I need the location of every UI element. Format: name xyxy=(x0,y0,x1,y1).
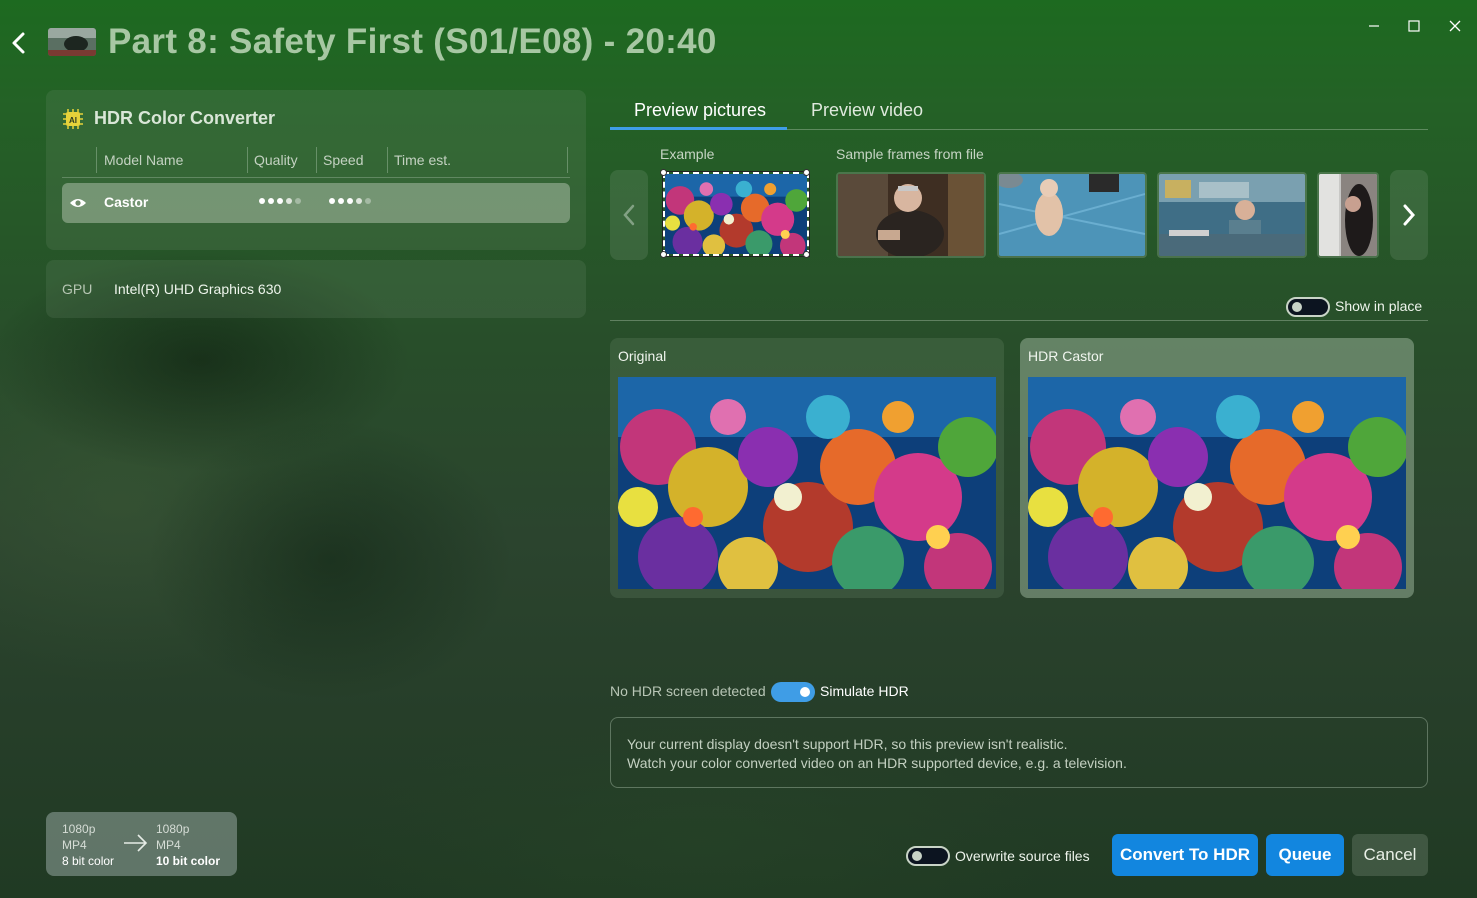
gpu-label: GPU xyxy=(62,281,93,297)
column-header-quality: Quality xyxy=(254,152,298,168)
gpu-value: Intel(R) UHD Graphics 630 xyxy=(114,281,282,297)
close-button[interactable] xyxy=(1441,12,1469,40)
video-thumbnail xyxy=(48,28,96,56)
column-separator xyxy=(96,147,97,173)
hdr-preview-image xyxy=(1028,377,1406,589)
header-divider xyxy=(62,177,570,178)
column-header-time: Time est. xyxy=(394,152,452,168)
model-name: Castor xyxy=(104,194,149,210)
sample-frame[interactable] xyxy=(836,172,986,258)
show-in-place-label: Show in place xyxy=(1335,298,1423,314)
rating-dot xyxy=(347,198,353,204)
ai-chip-icon: AI xyxy=(62,108,84,130)
simulate-hdr-label: Simulate HDR xyxy=(820,683,909,699)
rating-dot xyxy=(329,198,335,204)
maximize-button[interactable] xyxy=(1400,12,1428,40)
frames-prev-button[interactable] xyxy=(610,170,648,260)
rating-dot xyxy=(356,198,362,204)
crop-handle[interactable] xyxy=(803,251,810,258)
original-label: Original xyxy=(618,348,667,364)
ai-badge-text: AI xyxy=(69,116,77,125)
rating-dot xyxy=(277,198,283,204)
tab-preview-video[interactable]: Preview video xyxy=(811,100,923,121)
close-icon xyxy=(1449,20,1461,32)
active-tab-indicator xyxy=(610,127,787,130)
hdr-info-box xyxy=(610,717,1428,788)
sample-frame[interactable] xyxy=(1157,172,1307,258)
speed-rating xyxy=(329,198,371,204)
chevron-left-icon xyxy=(623,204,635,226)
column-header-speed: Speed xyxy=(323,152,364,168)
rating-dot xyxy=(295,198,301,204)
tab-preview-pictures[interactable]: Preview pictures xyxy=(634,100,766,121)
info-line-1: Your current display doesn't support HDR… xyxy=(627,736,1068,752)
sample-frame[interactable] xyxy=(997,172,1147,258)
cancel-button[interactable]: Cancel xyxy=(1352,834,1428,876)
back-button[interactable] xyxy=(6,28,32,58)
simulate-hdr-toggle[interactable] xyxy=(771,682,815,702)
target-container: MP4 xyxy=(156,838,181,852)
column-header-model: Model Name xyxy=(104,152,184,168)
column-separator xyxy=(316,147,317,173)
crop-handle[interactable] xyxy=(660,169,667,176)
target-resolution: 1080p xyxy=(156,822,190,836)
chevron-left-icon xyxy=(12,32,25,54)
source-resolution: 1080p xyxy=(62,822,96,836)
converter-title: HDR Color Converter xyxy=(94,108,276,128)
queue-button[interactable]: Queue xyxy=(1266,834,1344,876)
original-preview-image xyxy=(618,377,996,589)
maximize-icon xyxy=(1408,20,1420,32)
frames-next-button[interactable] xyxy=(1390,170,1428,260)
column-separator xyxy=(247,147,248,173)
rating-dot xyxy=(286,198,292,204)
overwrite-label: Overwrite source files xyxy=(955,848,1090,864)
example-frame[interactable] xyxy=(662,171,810,257)
source-color: 8 bit color xyxy=(62,854,115,868)
example-label: Example xyxy=(660,146,715,162)
rating-dot xyxy=(259,198,265,204)
sample-frame[interactable] xyxy=(1317,172,1379,258)
arrow-right-icon xyxy=(122,832,150,859)
crop-handle[interactable] xyxy=(660,251,667,258)
page-title: Part 8: Safety First (S01/E08) - 20:40 xyxy=(108,22,717,61)
overwrite-toggle[interactable] xyxy=(906,846,950,866)
target-color: 10 bit color xyxy=(156,854,221,868)
rating-dot xyxy=(365,198,371,204)
rating-dot xyxy=(268,198,274,204)
info-line-2: Watch your color converted video on an H… xyxy=(627,755,1127,771)
minimize-button[interactable] xyxy=(1360,12,1388,40)
minimize-icon xyxy=(1369,25,1379,27)
sample-frames-label: Sample frames from file xyxy=(836,146,984,162)
eye-icon[interactable] xyxy=(69,196,87,214)
crop-handle[interactable] xyxy=(803,169,810,176)
convert-to-hdr-button[interactable]: Convert To HDR xyxy=(1112,834,1258,876)
quality-rating xyxy=(259,198,301,204)
source-container: MP4 xyxy=(62,838,87,852)
hdr-label: HDR Castor xyxy=(1028,348,1104,364)
source-format: 1080p MP4 8 bit color xyxy=(62,821,114,869)
column-separator xyxy=(567,147,568,173)
chevron-right-icon xyxy=(1403,204,1416,226)
section-divider xyxy=(610,320,1428,321)
show-in-place-toggle[interactable] xyxy=(1286,297,1330,317)
target-format: 1080p MP4 10 bit color xyxy=(156,821,220,869)
no-hdr-status: No HDR screen detected xyxy=(610,683,766,699)
rating-dot xyxy=(338,198,344,204)
column-separator xyxy=(387,147,388,173)
